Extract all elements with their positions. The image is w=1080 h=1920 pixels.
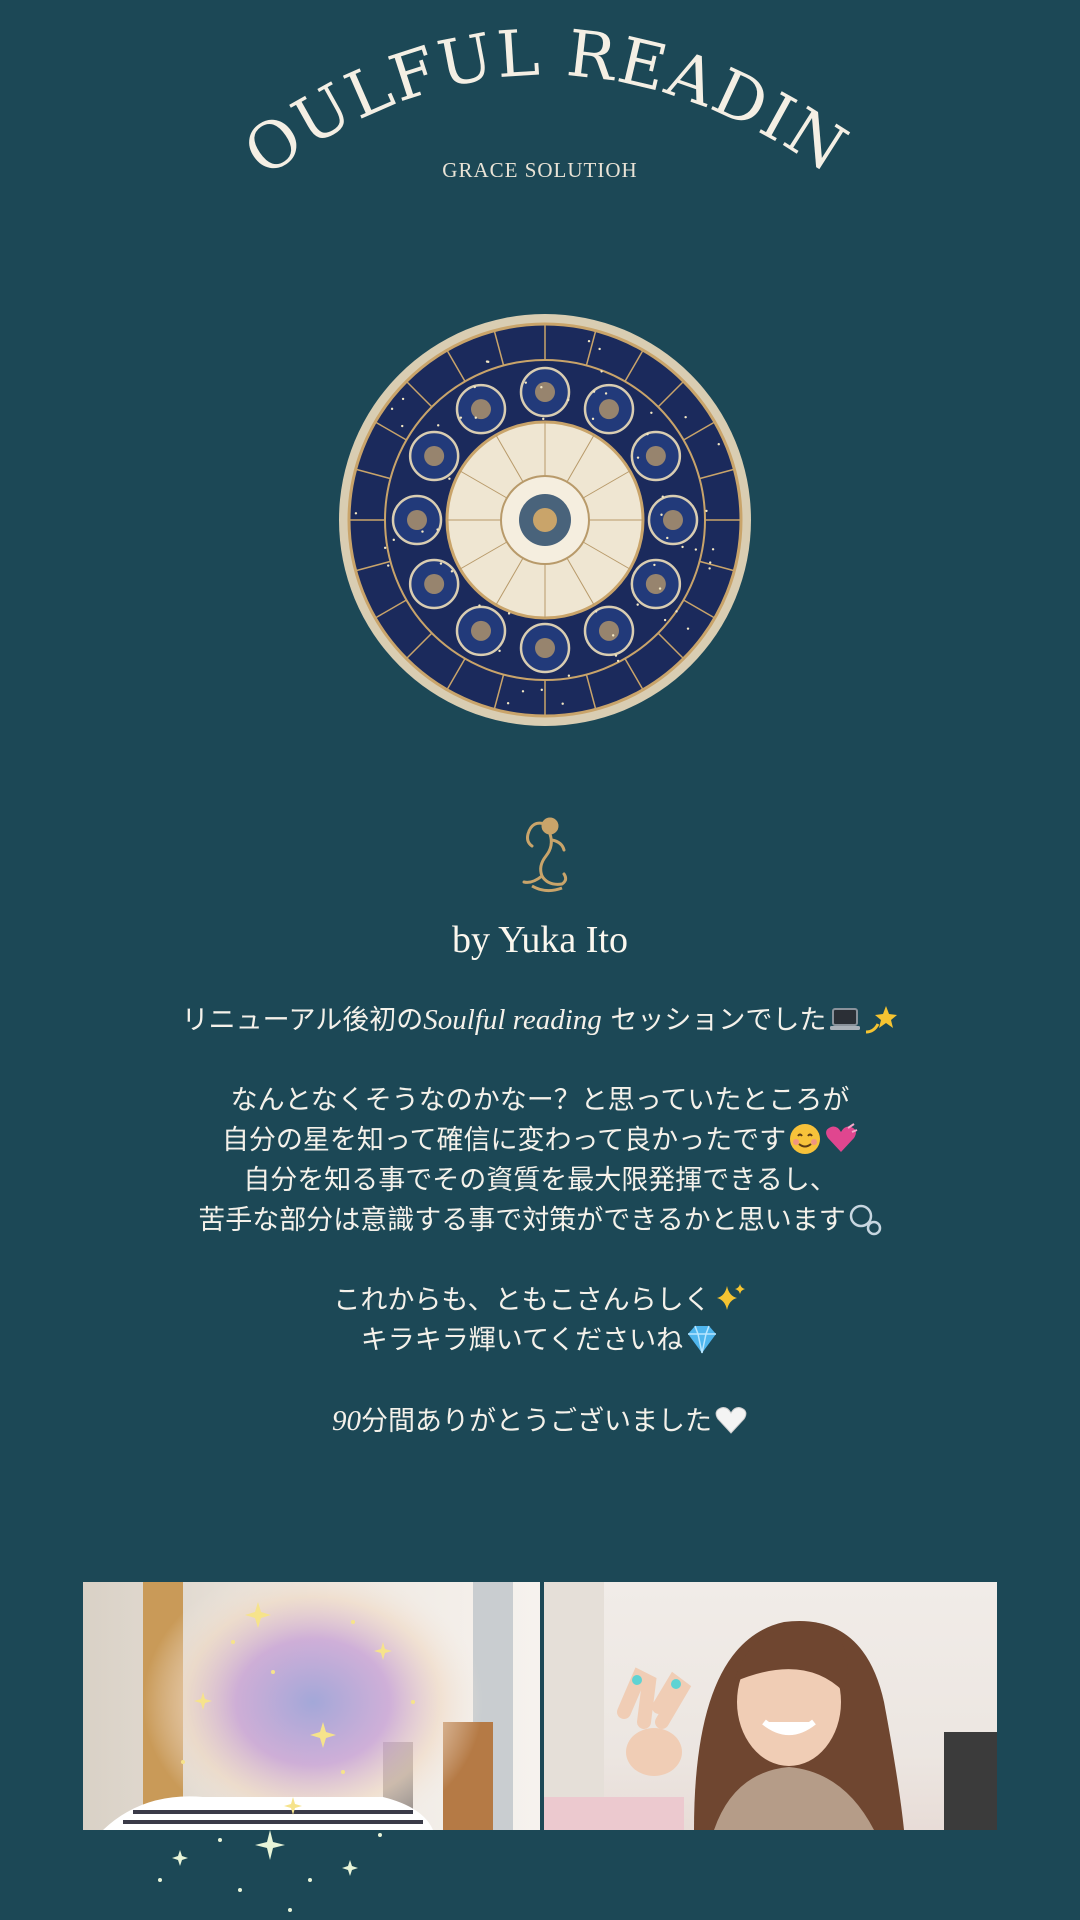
video-call-right-participant xyxy=(544,1582,997,1830)
testimonial-message: リニューアル後初のSoulful reading セッションでした なんとなくそ… xyxy=(60,1000,1020,1482)
participant-photo xyxy=(544,1582,997,1830)
mermaid-icon xyxy=(512,812,580,894)
gem-icon xyxy=(685,1322,719,1356)
message-paragraph-4: 90分間ありがとうございました xyxy=(60,1401,1020,1442)
dizzy-star-icon xyxy=(864,1002,898,1036)
zodiac-wheel-illustration xyxy=(335,310,755,730)
message-paragraph-1: リニューアル後初のSoulful reading セッションでした xyxy=(60,1000,1020,1041)
message-paragraph-3: これからも、ともこさんらしく キラキラ輝いてくださいね xyxy=(60,1281,1020,1361)
author-name: by Yuka Ito xyxy=(0,918,1080,962)
blurred-participant-image xyxy=(83,1582,540,1830)
bubbles-icon xyxy=(848,1202,882,1236)
laptop-icon xyxy=(828,1002,862,1036)
message-paragraph-2: なんとなくそうなのかなー？と思っていたところが 自分の星を知って確信に変わって良… xyxy=(60,1081,1020,1241)
sparkle-decoration xyxy=(150,1820,400,1920)
video-call-left-participant xyxy=(83,1582,540,1830)
sparkles-icon xyxy=(713,1282,747,1316)
heart-icon xyxy=(824,1122,858,1156)
smiling-face-icon xyxy=(788,1122,822,1156)
white-heart-icon xyxy=(714,1403,748,1437)
page-title: SOULFUL READING xyxy=(0,0,1080,260)
brand-subtitle: GRACE SOLUTIOH xyxy=(0,158,1080,183)
